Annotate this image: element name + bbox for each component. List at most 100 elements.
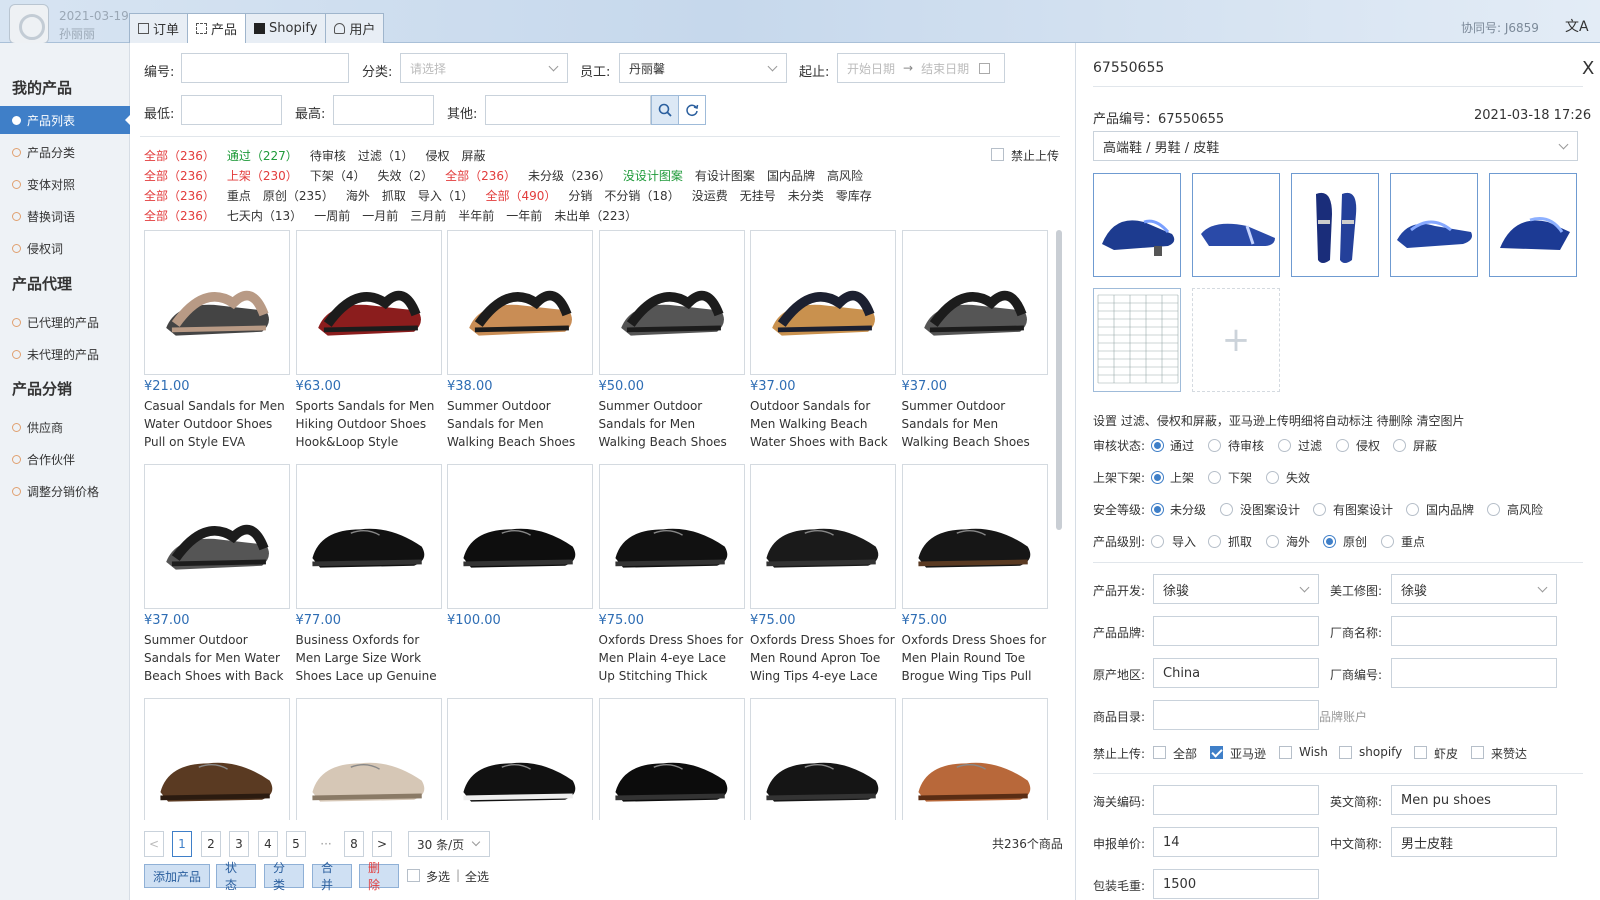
sidebar-item-adjust-price[interactable]: 调整分销价格 bbox=[0, 477, 130, 505]
product-name[interactable] bbox=[447, 631, 593, 685]
product-image-3[interactable] bbox=[1291, 173, 1379, 277]
filter-invalid[interactable]: 失效（2） bbox=[377, 167, 433, 184]
grid-scrollbar[interactable] bbox=[1056, 230, 1062, 530]
shelf-off-radio[interactable] bbox=[1208, 471, 1221, 484]
tab-shopify[interactable]: Shopify bbox=[245, 13, 327, 43]
filter-all-distribution[interactable]: 全部（490） bbox=[486, 187, 557, 204]
filter-on-shelf[interactable]: 上架（230） bbox=[227, 167, 298, 184]
product-card[interactable]: ¥75.00 Oxfords Dress Shoes for Men Plain … bbox=[598, 464, 745, 685]
vendor-code-input[interactable] bbox=[1391, 658, 1557, 688]
filter-7days[interactable]: 七天内（13） bbox=[227, 207, 302, 224]
vendor-name-input[interactable] bbox=[1391, 616, 1557, 646]
product-card[interactable] bbox=[144, 698, 290, 820]
filter-blocked[interactable]: 屏蔽 bbox=[461, 147, 485, 164]
filter-all-security[interactable]: 全部（236） bbox=[445, 167, 516, 184]
page-ellipsis[interactable]: ··· bbox=[314, 831, 338, 857]
add-product-button[interactable]: 添加产品 bbox=[144, 864, 210, 888]
delete-button[interactable]: 删除 bbox=[359, 861, 399, 892]
product-image[interactable] bbox=[295, 464, 442, 609]
sidebar-item-partners[interactable]: 合作伙伴 bbox=[0, 445, 130, 473]
filter-key[interactable]: 重点 bbox=[227, 187, 251, 204]
filter-no-orders[interactable]: 未出单（223） bbox=[554, 207, 637, 224]
refresh-button[interactable] bbox=[678, 95, 706, 125]
product-image-1[interactable] bbox=[1093, 173, 1181, 277]
ban-shopee-checkbox[interactable] bbox=[1414, 746, 1427, 759]
product-card[interactable] bbox=[901, 698, 1048, 820]
product-image[interactable] bbox=[144, 698, 290, 820]
category-select[interactable]: 请选择 bbox=[400, 53, 568, 83]
level-scraped-radio[interactable] bbox=[1208, 535, 1221, 548]
product-image[interactable] bbox=[750, 230, 896, 375]
multi-select-checkbox[interactable] bbox=[407, 869, 420, 882]
filter-scraped[interactable]: 抓取 bbox=[382, 187, 406, 204]
product-card[interactable] bbox=[750, 698, 896, 820]
shelf-on-radio[interactable] bbox=[1151, 471, 1164, 484]
filter-unrated[interactable]: 未分级（236） bbox=[528, 167, 611, 184]
security-has-design-radio[interactable] bbox=[1313, 503, 1326, 516]
tab-users[interactable]: 用户 bbox=[325, 13, 385, 43]
cn-name-input[interactable]: 男士皮鞋 bbox=[1391, 827, 1557, 857]
product-image[interactable] bbox=[447, 230, 593, 375]
page-size-select[interactable]: 30 条/页 bbox=[408, 831, 490, 857]
tab-products[interactable]: 产品 bbox=[187, 13, 247, 43]
product-image[interactable] bbox=[295, 230, 442, 375]
hs-code-input[interactable] bbox=[1153, 785, 1319, 815]
page-5-button[interactable]: 5 bbox=[286, 831, 306, 857]
filter-high-risk[interactable]: 高风险 bbox=[827, 167, 863, 184]
product-name[interactable]: Business Oxfords for Men Large Size Work… bbox=[296, 631, 442, 685]
filter-no-design[interactable]: 没设计图案 bbox=[623, 167, 683, 184]
declared-price-input[interactable]: 14 bbox=[1153, 827, 1319, 857]
product-card[interactable]: ¥38.00 Summer Outdoor Sandals for Men Wal… bbox=[447, 230, 593, 451]
filter-all[interactable]: 全部（236） bbox=[144, 187, 215, 204]
sidebar-item-suppliers[interactable]: 供应商 bbox=[0, 413, 130, 441]
product-card[interactable] bbox=[295, 698, 442, 820]
artist-select[interactable]: 徐骏 bbox=[1391, 574, 1557, 604]
filter-uncategorized[interactable]: 未分类 bbox=[788, 187, 824, 204]
filter-not-distributed[interactable]: 不分销（18） bbox=[604, 187, 679, 204]
ban-lazada-checkbox[interactable] bbox=[1471, 746, 1484, 759]
filter-3months[interactable]: 三月前 bbox=[410, 207, 446, 224]
code-input[interactable] bbox=[181, 53, 349, 83]
brand-input[interactable] bbox=[1153, 616, 1319, 646]
close-icon[interactable]: X bbox=[1582, 58, 1594, 79]
prev-page-button[interactable]: < bbox=[144, 831, 164, 857]
audit-infringing-radio[interactable] bbox=[1336, 439, 1349, 452]
product-card[interactable] bbox=[598, 698, 745, 820]
date-range-picker[interactable]: 开始日期 → 结束日期 bbox=[837, 53, 1005, 83]
product-name[interactable]: Summer Outdoor Sandals for Men Walking B… bbox=[447, 397, 593, 451]
filter-no-registered[interactable]: 无挂号 bbox=[740, 187, 776, 204]
ban-shopify-checkbox[interactable] bbox=[1339, 746, 1352, 759]
product-card[interactable] bbox=[447, 698, 593, 820]
page-8-button[interactable]: 8 bbox=[344, 831, 364, 857]
status-button[interactable]: 状态 bbox=[216, 861, 256, 892]
product-card[interactable]: ¥37.00 Summer Outdoor Sandals for Men Wal… bbox=[901, 230, 1048, 451]
level-key-radio[interactable] bbox=[1381, 535, 1394, 548]
merge-button[interactable]: 合并 bbox=[312, 861, 352, 892]
product-image[interactable] bbox=[901, 464, 1048, 609]
product-card[interactable]: ¥63.00 Sports Sandals for Men Hiking Outd… bbox=[295, 230, 442, 451]
filter-infringing[interactable]: 侵权 bbox=[425, 147, 449, 164]
product-name[interactable]: Summer Outdoor Sandals for Men Water Bea… bbox=[144, 631, 290, 685]
product-image-2[interactable] bbox=[1192, 173, 1280, 277]
next-page-button[interactable]: > bbox=[372, 831, 392, 857]
page-1-button[interactable]: 1 bbox=[172, 831, 192, 857]
origin-input[interactable]: China bbox=[1153, 658, 1319, 688]
product-image[interactable] bbox=[901, 698, 1048, 820]
filter-overseas[interactable]: 海外 bbox=[346, 187, 370, 204]
filter-imported[interactable]: 导入（1） bbox=[418, 187, 474, 204]
product-name[interactable]: Oxfords Dress Shoes for Men Plain Round … bbox=[902, 631, 1048, 685]
filter-6months[interactable]: 半年前 bbox=[458, 207, 494, 224]
product-card[interactable]: ¥37.00 Outdoor Sandals for Men Walking Be… bbox=[750, 230, 896, 451]
product-card[interactable]: ¥100.00 bbox=[447, 464, 593, 685]
sidebar-item-product-category[interactable]: 产品分类 bbox=[0, 138, 130, 166]
add-image-button[interactable]: + bbox=[1192, 288, 1280, 392]
product-card[interactable]: ¥75.00 Oxfords Dress Shoes for Men Round … bbox=[750, 464, 896, 685]
page-4-button[interactable]: 4 bbox=[258, 831, 278, 857]
product-card[interactable]: ¥21.00 Casual Sandals for Men Water Outdo… bbox=[144, 230, 290, 451]
filter-domestic-brand[interactable]: 国内品牌 bbox=[767, 167, 815, 184]
page-3-button[interactable]: 3 bbox=[229, 831, 249, 857]
size-chart-image[interactable] bbox=[1093, 288, 1181, 392]
product-image[interactable] bbox=[598, 464, 745, 609]
filter-off-shelf[interactable]: 下架（4） bbox=[310, 167, 366, 184]
filter-filtered[interactable]: 过滤（1） bbox=[358, 147, 414, 164]
